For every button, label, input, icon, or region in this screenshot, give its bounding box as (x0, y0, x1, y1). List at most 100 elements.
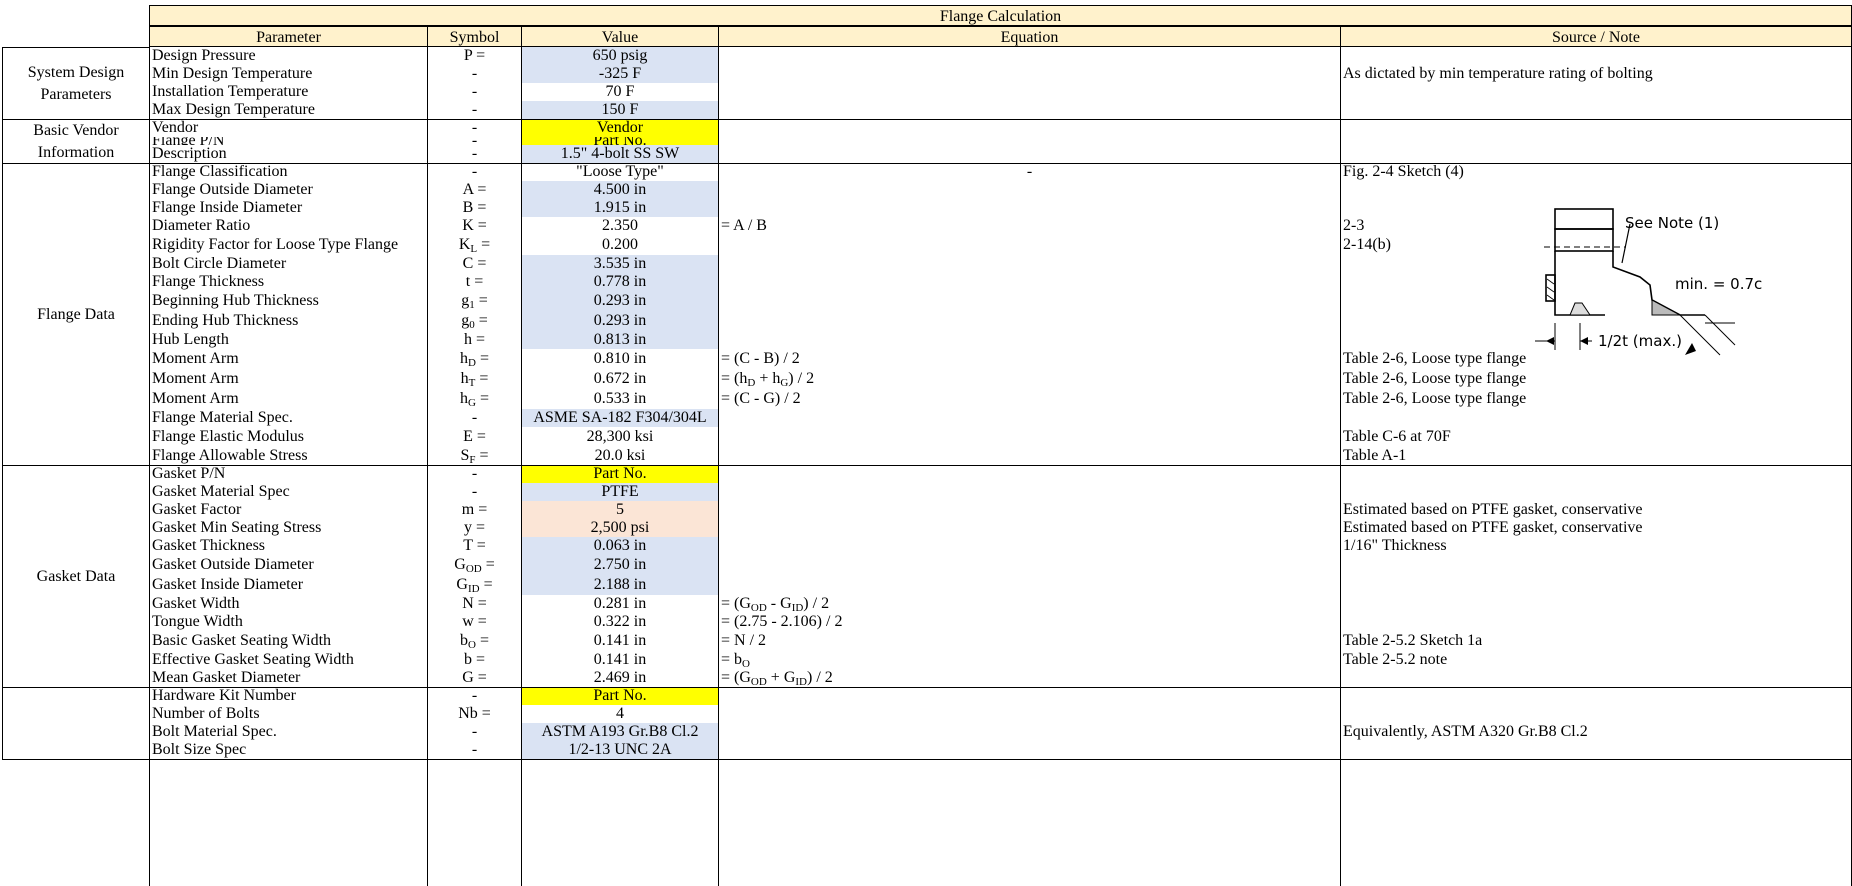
equation-cell: = (GOD - GID) / 2 (721, 595, 830, 613)
group-separator (149, 759, 1852, 760)
value-cell: 0.200 (602, 236, 638, 253)
param-label: Bolt Circle Diameter (152, 255, 287, 272)
symbol-cell: - (471, 83, 478, 100)
equation-cell: = (2.75 - 2.106) / 2 (721, 613, 843, 630)
param-label: Gasket Width (152, 595, 240, 612)
param-label: Hardware Kit Number (152, 687, 296, 704)
param-label: Flange Inside Diameter (152, 199, 303, 216)
param-label: Max Design Temperature (152, 101, 315, 118)
column-line (149, 47, 150, 886)
symbol-cell: E = (463, 428, 486, 445)
column-line (1340, 47, 1341, 886)
value-cell: 4.500 in (521, 181, 719, 199)
param-label: Gasket Thickness (152, 537, 266, 554)
note-cell: 1/16" Thickness (1343, 537, 1447, 554)
value-cell: 1.5" 4-bolt SS SW (521, 145, 719, 163)
param-label: Gasket Factor (152, 501, 242, 518)
note-cell: Table C-6 at 70F (1343, 428, 1451, 445)
value-cell: 4 (616, 705, 624, 722)
param-label: Gasket Min Seating Stress (152, 519, 322, 536)
value-cell: Part No. (521, 465, 719, 483)
loose-flange-sketch-icon: See Note (1) min. = 0.7c 1/2t (max.) (1535, 208, 1762, 356)
param-label: Hub Length (152, 331, 229, 348)
symbol-cell: KL = (458, 236, 491, 255)
param-label: Flange Classification (152, 163, 288, 180)
column-line (718, 47, 719, 886)
symbol-cell: - (471, 145, 478, 162)
symbol-cell: t = (465, 273, 484, 290)
note-cell: Fig. 2-4 Sketch (4) (1343, 163, 1464, 180)
symbol-cell: - (471, 687, 478, 704)
symbol-cell: - (471, 119, 478, 136)
param-label: Bolt Size Spec (152, 741, 247, 758)
value-cell: 0.141 in (593, 632, 647, 649)
symbol-cell: hD = (460, 350, 489, 369)
symbol-cell: T = (463, 537, 486, 554)
group-separator (149, 119, 1852, 120)
param-label: Flange Thickness (152, 273, 265, 290)
symbol-cell: - (471, 723, 478, 740)
param-label: Gasket P/N (152, 465, 226, 482)
symbol-cell: K = (462, 217, 487, 234)
column-line (521, 47, 522, 886)
param-label: Flange Material Spec. (152, 409, 293, 426)
group-separator (149, 163, 1852, 164)
column-line (427, 47, 428, 886)
note-cell: Table 2-6, Loose type flange (1343, 390, 1527, 407)
value-cell: Vendor (521, 119, 719, 137)
symbol-cell: b = (463, 651, 486, 668)
symbol-cell: - (471, 163, 478, 180)
value-cell: 2.188 in (521, 575, 719, 595)
note-cell: Table 2-5.2 Sketch 1a (1343, 632, 1483, 649)
param-label: Gasket Material Spec (152, 483, 290, 500)
param-label: Min Design Temperature (152, 65, 313, 82)
symbol-cell: A = (462, 181, 487, 198)
header-source-note: Source / Note (1340, 26, 1852, 47)
symbol-cell: h = (463, 331, 486, 348)
group-label (2, 687, 150, 760)
param-label: Moment Arm (152, 390, 239, 407)
param-label: Flange Elastic Modulus (152, 428, 304, 445)
value-cell: 0.281 in (593, 595, 647, 612)
param-label: Moment Arm (152, 350, 239, 367)
sheet-title: Flange Calculation (149, 5, 1852, 26)
value-cell: 0.063 in (521, 537, 719, 555)
symbol-cell: hG = (460, 390, 489, 409)
symbol-cell: - (471, 409, 478, 426)
param-label: Gasket Inside Diameter (152, 576, 304, 593)
value-cell: 650 psig (521, 47, 719, 65)
value-cell: -325 F (521, 65, 719, 83)
symbol-cell: G = (462, 669, 487, 686)
value-cell: 0.141 in (593, 651, 647, 668)
value-cell: 0.533 in (593, 390, 647, 407)
value-cell: 1/2-13 UNC 2A (521, 741, 719, 759)
value-cell: 70 F (605, 83, 635, 100)
equation-cell: = N / 2 (721, 632, 767, 649)
symbol-cell: bO = (460, 632, 489, 651)
value-cell: 0.778 in (521, 273, 719, 291)
group-label: System Design Parameters (2, 47, 150, 120)
value-cell: 3.535 in (521, 255, 719, 273)
param-label: Ending Hub Thickness (152, 312, 299, 329)
sketch-min-label: min. = 0.7c (1675, 275, 1762, 293)
param-label: Rigidity Factor for Loose Type Flange (152, 236, 399, 253)
value-cell: 5 (521, 501, 719, 519)
param-label: Moment Arm (152, 370, 239, 387)
value-cell: 0.672 in (593, 370, 647, 387)
equation-cell: = bO (721, 651, 750, 669)
value-cell: 0.813 in (521, 331, 719, 349)
group-label: Basic Vendor Information (2, 119, 150, 164)
param-label: Design Pressure (152, 47, 256, 64)
symbol-cell: N = (462, 595, 487, 612)
note-cell: Estimated based on PTFE gasket, conserva… (1343, 519, 1643, 536)
value-cell: 1.915 in (521, 199, 719, 217)
value-cell: 28,300 ksi (586, 428, 654, 445)
group-label: Flange Data (2, 163, 150, 466)
equation-cell: = (C - B) / 2 (721, 350, 800, 367)
param-label: Vendor (152, 119, 199, 136)
value-cell: PTFE (521, 483, 719, 501)
value-cell: "Loose Type" (576, 163, 664, 180)
param-label: Basic Gasket Seating Width (152, 632, 332, 649)
symbol-cell: w = (462, 613, 487, 630)
param-label: Tongue Width (152, 613, 243, 630)
